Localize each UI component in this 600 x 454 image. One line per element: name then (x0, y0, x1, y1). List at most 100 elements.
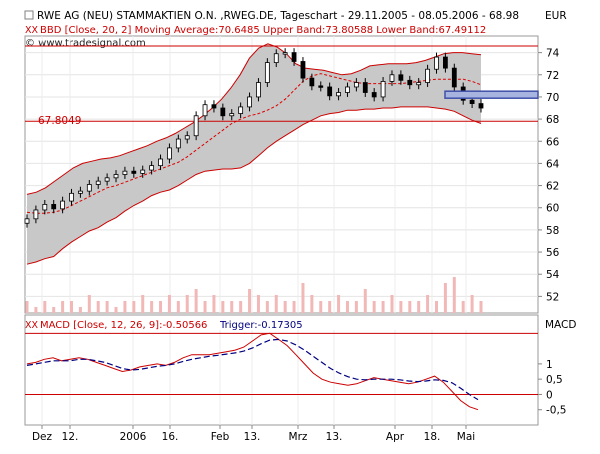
candle-body (318, 85, 324, 88)
candle-body (229, 113, 235, 117)
volume-bar (372, 301, 376, 313)
volume-bar (381, 301, 385, 313)
candle-body (451, 67, 457, 88)
macd-axis: 1 0,5 0 -0,5 (538, 359, 567, 417)
volume-bar (479, 301, 483, 313)
volume-bar (390, 295, 394, 313)
candle-body (336, 92, 341, 97)
volume-bar (461, 301, 465, 313)
price-tick-label: 74 (546, 48, 560, 60)
time-tick-label: 13. (244, 431, 261, 443)
price-tick-label: 62 (546, 181, 559, 193)
time-tick-label: Apr (386, 431, 405, 443)
volume-bar (159, 301, 163, 313)
time-tick-label: 16. (162, 431, 179, 443)
candle-body (478, 103, 484, 109)
volume-bar (141, 295, 145, 313)
price-tick-label: 52 (546, 291, 559, 303)
price-tick-label: 68 (546, 114, 559, 126)
candle-body (264, 62, 270, 83)
volume-bar (132, 301, 136, 313)
macd-panel: XX MACD [Close, 12, 26, 9]:-0.50566 Trig… (24, 314, 576, 426)
candle-body (167, 147, 172, 160)
candle-body (69, 192, 74, 202)
volume-bar (265, 301, 269, 313)
candle-body (95, 180, 101, 185)
candle-body (78, 190, 83, 194)
price-tick-label: 72 (546, 70, 559, 82)
support-label: 67.8049 (38, 115, 81, 127)
candle-body (345, 86, 350, 93)
volume-bar (301, 283, 305, 313)
volume-bar (78, 307, 82, 313)
macd-tick-label: 0,5 (546, 374, 563, 386)
price-tick-label: 66 (546, 136, 560, 148)
price-tick-label: 58 (546, 225, 559, 237)
volume-bar (70, 301, 74, 313)
title-checkbox[interactable] (24, 10, 34, 20)
volume-bar (434, 301, 438, 313)
candle-body (149, 165, 155, 171)
candle-body (407, 79, 413, 86)
header: RWE AG (NEU) STAMMAKTIEN O.N. ,RWEG.DE, … (24, 10, 567, 49)
candle-body (273, 53, 279, 63)
volume-bar (185, 295, 189, 313)
indicator-toggle-icon[interactable]: XX (25, 25, 39, 36)
candle-body (211, 104, 217, 109)
macd-toggle-icon[interactable]: XX (25, 320, 39, 331)
volume-bar (337, 295, 341, 313)
candle-body (416, 82, 422, 86)
price-tick-label: 64 (546, 158, 560, 170)
candle-body (193, 115, 199, 137)
volume-bar (399, 301, 403, 313)
volume-bar (328, 301, 332, 313)
volume-bar (274, 295, 278, 313)
volume-bar (363, 289, 367, 313)
time-tick-label: Mai (457, 431, 475, 443)
volume-bar (319, 301, 323, 313)
volume-bar (176, 301, 180, 313)
volume-bar (345, 301, 349, 313)
candle-body (60, 200, 66, 210)
time-tick-label: Feb (211, 431, 230, 443)
price-axis: 52 54 56 58 60 62 64 66 68 70 72 74 (538, 48, 560, 303)
volume-bar (25, 301, 29, 313)
volume-bar (310, 295, 314, 313)
volume-bar (43, 301, 47, 313)
price-tick-label: 54 (546, 269, 560, 281)
time-tick-label: 12. (62, 431, 79, 443)
time-tick-label: 2006 (120, 431, 147, 443)
candle-body (220, 107, 226, 117)
candle-body (86, 184, 92, 192)
candle-body (389, 74, 395, 82)
volume-bar (203, 301, 207, 313)
volume-bar (443, 283, 447, 313)
volume-bar (87, 295, 91, 313)
candle-body (140, 169, 146, 174)
candle-body (425, 68, 430, 83)
volume-bar (239, 301, 243, 313)
volume-bar (256, 295, 260, 313)
macd-grid (25, 330, 538, 425)
volume-bar (470, 295, 474, 313)
candle-body (51, 204, 57, 210)
volume-bar (452, 277, 456, 313)
macd-axis-title: MACD (545, 319, 576, 331)
volume-bar (96, 301, 100, 313)
macd-label: MACD [Close, 12, 26, 9]:-0.50566 (40, 320, 207, 331)
candle-body (131, 170, 137, 174)
candle-body (371, 92, 377, 98)
volume-bar (61, 301, 65, 313)
candle-body (247, 96, 252, 108)
time-axis: Dez 12. 2006 16. Feb 13. Mrz 13. Apr 18. Mai (32, 425, 475, 443)
candle-body (291, 52, 297, 62)
candle-body (33, 209, 39, 220)
volume-bar (114, 307, 118, 313)
volume-bar (426, 295, 430, 313)
time-tick-label: 13. (326, 431, 343, 443)
candle-body (24, 218, 30, 224)
macd-tick-label: 0 (546, 389, 553, 401)
volume-bar (230, 301, 234, 313)
candle-body (202, 104, 208, 117)
price-tick-label: 56 (546, 247, 560, 259)
